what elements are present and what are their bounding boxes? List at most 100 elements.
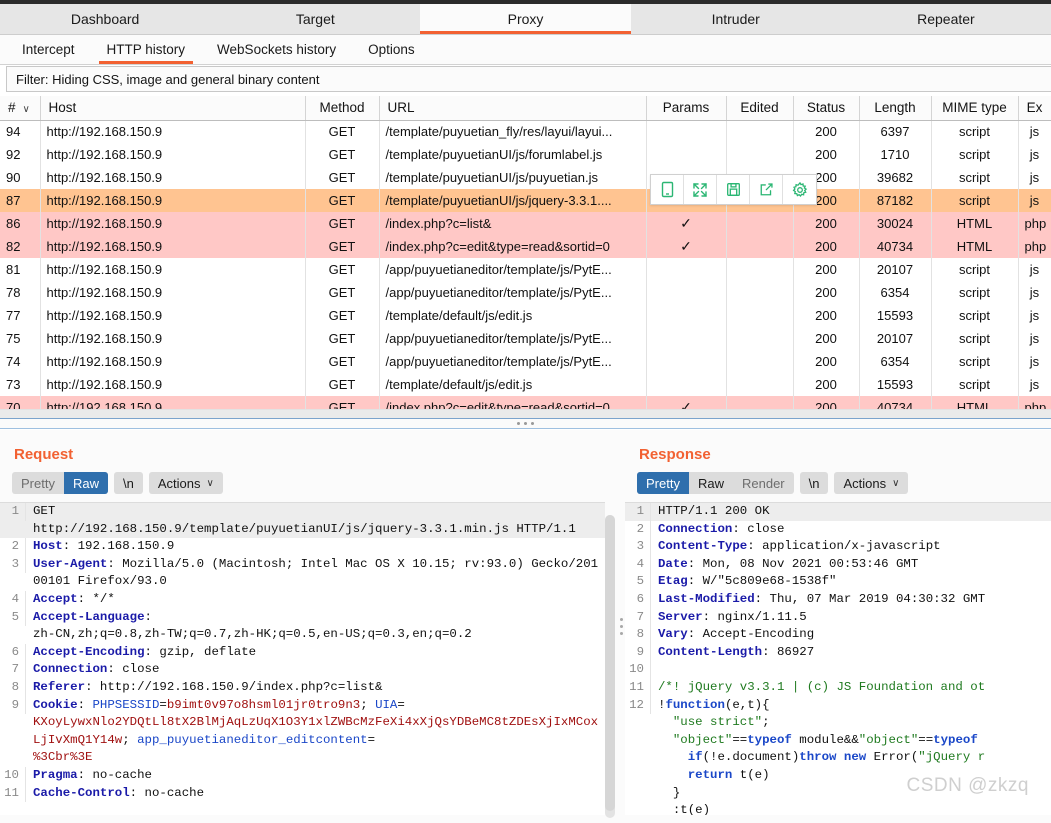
- main-tab-repeater[interactable]: Repeater: [841, 4, 1051, 34]
- code-line: 4 Date: Mon, 08 Nov 2021 00:53:46 GMT: [625, 555, 1051, 574]
- main-tab-intruder[interactable]: Intruder: [631, 4, 841, 34]
- response-actions-label: Actions: [843, 475, 887, 491]
- column-header-url[interactable]: URL: [379, 96, 647, 121]
- code-line-text[interactable]: User-Agent: Mozilla/5.0 (Macintosh; Inte…: [26, 556, 605, 591]
- table-row[interactable]: 87 http://192.168.150.9 GET/template/puyue…: [0, 189, 1051, 212]
- table-row[interactable]: 86 http://192.168.150.9 GET/index.php?c=li…: [0, 212, 1051, 235]
- floating-action-toolbar[interactable]: [650, 174, 817, 205]
- sub-tab-websockets-history[interactable]: WebSockets history: [201, 35, 352, 64]
- code-line-text[interactable]: Content-Length: 86927: [651, 644, 1051, 662]
- table-row[interactable]: 82 http://192.168.150.9 GET/index.php?c=ed…: [0, 235, 1051, 258]
- code-line-text[interactable]: GET http://192.168.150.9/template/puyuet…: [26, 503, 605, 538]
- sub-tab-intercept[interactable]: Intercept: [6, 35, 91, 64]
- request-pretty-button[interactable]: Pretty: [12, 472, 64, 494]
- code-line: 6 Accept-Encoding: gzip, deflate: [0, 643, 605, 662]
- column-header-ext[interactable]: Ex: [1018, 96, 1051, 121]
- response-actions-button[interactable]: Actions ∨: [834, 472, 909, 494]
- cell-mime: script: [931, 327, 1019, 350]
- response-raw-button[interactable]: Raw: [689, 472, 733, 494]
- cell-length: 6354: [859, 281, 932, 304]
- code-line-text[interactable]: Host: 192.168.150.9: [26, 538, 605, 556]
- table-row[interactable]: 77 http://192.168.150.9 GET/template/defau…: [0, 304, 1051, 327]
- column-header-host[interactable]: Host: [40, 96, 306, 121]
- main-tab-target[interactable]: Target: [210, 4, 420, 34]
- gear-settings-icon-button[interactable]: [783, 175, 816, 204]
- code-line-text[interactable]: }: [651, 785, 1051, 803]
- code-line-text[interactable]: Connection: close: [651, 521, 1051, 539]
- cell-url: /template/puyuetianUI/js/jquery-3.3.1...…: [379, 189, 647, 212]
- column-header-num[interactable]: # ∨: [0, 96, 41, 121]
- main-tab-dashboard[interactable]: Dashboard: [0, 4, 210, 34]
- table-row[interactable]: 90 http://192.168.150.9 GET/template/puyue…: [0, 166, 1051, 189]
- code-line-text[interactable]: Pragma: no-cache: [26, 767, 605, 785]
- request-code-area[interactable]: 1 GET http://192.168.150.9/template/puyue…: [0, 502, 605, 815]
- code-token: : 86927: [762, 644, 815, 659]
- column-header-params[interactable]: Params: [646, 96, 727, 121]
- horizontal-splitter[interactable]: [0, 418, 1051, 429]
- column-header-status[interactable]: Status: [793, 96, 860, 121]
- request-scrollbar-thumb[interactable]: [605, 515, 615, 811]
- code-line-text[interactable]: Content-Type: application/x-javascript: [651, 538, 1051, 556]
- code-line-text[interactable]: "use strict";: [651, 714, 1051, 732]
- line-number: 7: [0, 661, 26, 679]
- main-tab-proxy[interactable]: Proxy: [420, 4, 631, 34]
- share-export-icon-button[interactable]: [750, 175, 783, 204]
- table-row[interactable]: 94 http://192.168.150.9 GET/template/puyue…: [0, 120, 1051, 143]
- sub-tab-options[interactable]: Options: [352, 35, 431, 64]
- table-row[interactable]: 92 http://192.168.150.9 GET/template/puyue…: [0, 143, 1051, 166]
- cell-status: 200: [793, 373, 860, 396]
- code-line-text[interactable]: if(!e.document)throw new Error("jQuery r: [651, 749, 1051, 767]
- code-token: : close: [107, 662, 160, 677]
- table-row[interactable]: 74 http://192.168.150.9 GET/app/puyuetiane…: [0, 350, 1051, 373]
- cell-status: 200: [793, 143, 860, 166]
- column-header-length[interactable]: Length: [859, 96, 932, 121]
- cell-url: /index.php?c=list&: [379, 212, 647, 235]
- http-history-table-container[interactable]: # ∨ Host Method URL Params Edited Status Length M…: [0, 96, 1051, 418]
- column-header-mime[interactable]: MIME type: [931, 96, 1019, 121]
- code-token: : http://192.168.150.9/index.php?c=list&: [85, 679, 383, 694]
- vertical-splitter[interactable]: [617, 430, 625, 823]
- code-line-text[interactable]: Connection: close: [26, 661, 605, 679]
- code-line: "object"==typeof module&&"object"==typeo…: [625, 732, 1051, 750]
- code-line-text[interactable]: Accept: */*: [26, 591, 605, 609]
- code-line-text[interactable]: Cache-Control: no-cache: [26, 785, 605, 803]
- code-line-text[interactable]: Cookie: PHPSESSID=b9imt0v97o8hsml01jr0tr…: [26, 697, 605, 767]
- code-line-text[interactable]: :t(e): [651, 802, 1051, 815]
- table-row[interactable]: 75 http://192.168.150.9 GET/app/puyuetiane…: [0, 327, 1051, 350]
- response-render-button[interactable]: Render: [733, 472, 794, 494]
- expand-arrows-icon-button[interactable]: [684, 175, 717, 204]
- code-line-text[interactable]: Accept-Language: zh-CN,zh;q=0.8,zh-TW;q=…: [26, 609, 605, 644]
- code-line-text[interactable]: "object"==typeof module&&"object"==typeo…: [651, 732, 1051, 750]
- save-disk-icon-button[interactable]: [717, 175, 750, 204]
- code-line-text[interactable]: HTTP/1.1 200 OK: [651, 503, 1051, 521]
- response-pretty-button[interactable]: Pretty: [637, 472, 689, 494]
- request-actions-button[interactable]: Actions ∨: [148, 472, 223, 494]
- code-line-text[interactable]: Date: Mon, 08 Nov 2021 00:53:46 GMT: [651, 556, 1051, 574]
- request-newline-button[interactable]: \n: [113, 472, 143, 494]
- column-header-edited[interactable]: Edited: [726, 96, 794, 121]
- sub-tab-http-history[interactable]: HTTP history: [91, 35, 202, 64]
- column-header-method[interactable]: Method: [305, 96, 380, 121]
- code-token: ==: [918, 732, 934, 747]
- response-code-area[interactable]: 1 HTTP/1.1 200 OK 2 Connection: close 3 Conte…: [625, 502, 1051, 815]
- cell-length: 1710: [859, 143, 932, 166]
- code-line: :t(e): [625, 802, 1051, 815]
- code-line-text[interactable]: Accept-Encoding: gzip, deflate: [26, 644, 605, 662]
- request-raw-button[interactable]: Raw: [63, 472, 108, 494]
- code-line-text[interactable]: Referer: http://192.168.150.9/index.php?…: [26, 679, 605, 697]
- response-newline-button[interactable]: \n: [799, 472, 829, 494]
- request-vertical-scrollbar[interactable]: [605, 515, 615, 818]
- code-line-text[interactable]: /*! jQuery v3.3.1 | (c) JS Foundation an…: [651, 679, 1051, 697]
- code-line-text[interactable]: return t(e): [651, 767, 1051, 785]
- code-line-text[interactable]: Last-Modified: Thu, 07 Mar 2019 04:30:32…: [651, 591, 1051, 609]
- mobile-device-icon-button[interactable]: [651, 175, 684, 204]
- code-line-text[interactable]: Etag: W/"5c809e68-1538f": [651, 573, 1051, 591]
- table-row[interactable]: 73 http://192.168.150.9 GET/template/defau…: [0, 373, 1051, 396]
- main-tab-label: Intruder: [711, 11, 760, 27]
- table-row[interactable]: 81 http://192.168.150.9 GET/app/puyuetiane…: [0, 258, 1051, 281]
- code-line-text[interactable]: Vary: Accept-Encoding: [651, 626, 1051, 644]
- code-line-text[interactable]: Server: nginx/1.11.5: [651, 609, 1051, 627]
- table-row[interactable]: 78 http://192.168.150.9 GET/app/puyuetiane…: [0, 281, 1051, 304]
- code-line-text[interactable]: !function(e,t){: [651, 697, 1051, 715]
- filter-bar[interactable]: Filter: Hiding CSS, image and general bi…: [6, 66, 1051, 92]
